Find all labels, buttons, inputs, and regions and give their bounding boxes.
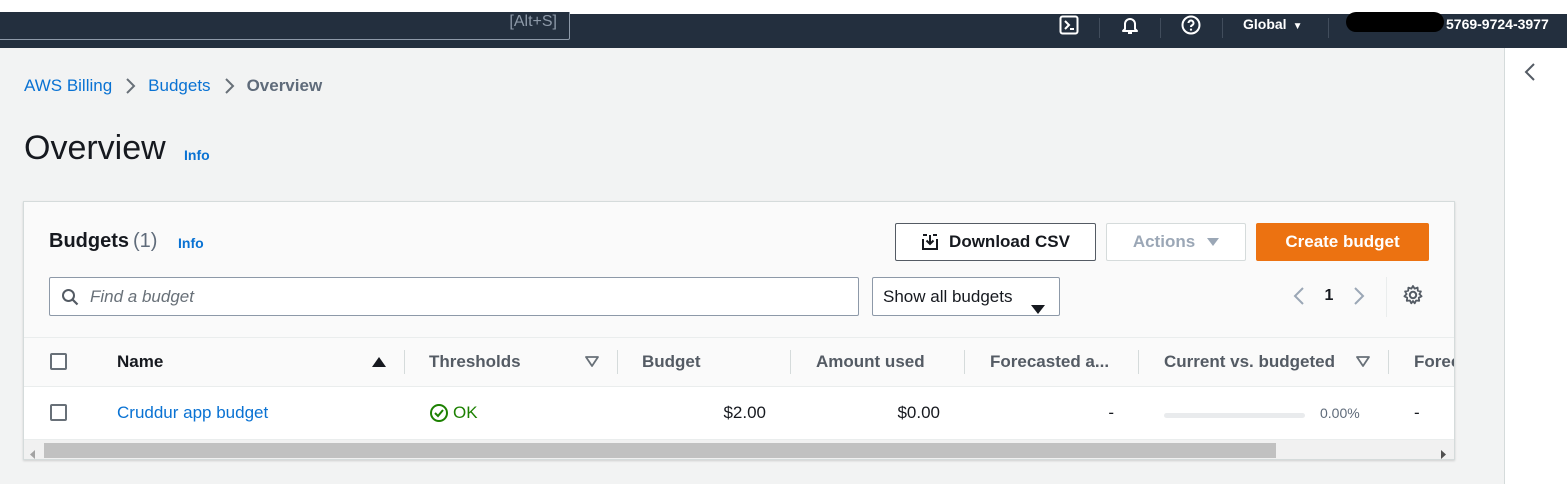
current-page-number[interactable]: 1 <box>1311 287 1347 305</box>
column-header-forecasted-vs-budgeted[interactable]: Forec <box>1414 338 1454 386</box>
breadcrumb: AWS Billing Budgets Overview <box>24 76 322 96</box>
horizontal-scrollbar[interactable] <box>24 439 1454 459</box>
next-page-button[interactable] <box>1347 284 1371 308</box>
help-icon[interactable] <box>1180 14 1202 36</box>
create-budget-label: Create budget <box>1285 232 1400 251</box>
actions-button[interactable]: Actions <box>1106 223 1246 261</box>
find-budget-input[interactable] <box>90 278 850 315</box>
table-preferences-button[interactable] <box>1401 284 1425 311</box>
column-divider <box>790 350 791 374</box>
chevron-right-icon <box>223 77 235 95</box>
column-header-budget[interactable]: Budget <box>642 338 782 386</box>
account-id: 5769-9724-3977 <box>1446 16 1549 32</box>
budget-amount: $2.00 <box>723 403 766 422</box>
collapse-panel-button[interactable] <box>1520 62 1540 86</box>
breadcrumb-current: Overview <box>246 76 323 95</box>
global-search-box[interactable]: [Alt+S] <box>0 12 570 40</box>
budgets-heading: Budgets (1) <box>49 229 157 253</box>
search-icon <box>61 288 79 311</box>
scroll-right-arrow-icon[interactable] <box>1440 446 1446 459</box>
side-panel-divider <box>1504 48 1505 484</box>
caret-down-icon: ▼ <box>1292 21 1303 32</box>
previous-page-button[interactable] <box>1287 284 1311 308</box>
download-csv-button[interactable]: Download CSV <box>895 223 1096 261</box>
sort-ascending-icon[interactable] <box>372 355 386 373</box>
download-csv-label: Download CSV <box>949 232 1070 251</box>
chevron-left-icon <box>1523 62 1537 87</box>
column-divider <box>964 350 965 374</box>
caret-down-icon <box>1207 237 1220 247</box>
region-label: Global <box>1243 16 1287 32</box>
budgets-title: Budgets <box>49 230 129 252</box>
column-divider <box>1388 350 1389 374</box>
download-icon <box>921 233 939 251</box>
region-selector[interactable]: Global ▼ <box>1243 15 1302 36</box>
scrollbar-thumb[interactable] <box>44 443 1276 458</box>
pagination-divider <box>1386 277 1387 317</box>
topbar-divider <box>1222 18 1223 38</box>
caret-down-icon <box>1031 291 1045 328</box>
forecasted-amount: - <box>1108 403 1114 422</box>
budgets-header: Budgets (1) Info Download CSV Actions Cre… <box>24 202 1454 337</box>
column-header-thresholds[interactable]: Thresholds <box>429 338 579 386</box>
column-divider <box>617 350 618 374</box>
column-header-amount-used[interactable]: Amount used <box>816 338 966 386</box>
threshold-status-label: OK <box>453 403 478 422</box>
sort-caret-icon[interactable] <box>585 355 599 373</box>
column-divider <box>1138 350 1139 374</box>
row-select-checkbox[interactable] <box>50 404 67 421</box>
page-title: Overview <box>24 129 166 167</box>
filter-selected-value: Show all budgets <box>883 287 1013 306</box>
cloudshell-icon[interactable] <box>1058 14 1080 36</box>
select-all-checkbox[interactable] <box>50 353 67 370</box>
chevron-right-icon <box>124 77 136 95</box>
amount-used: $0.00 <box>897 403 940 422</box>
actions-label: Actions <box>1132 232 1196 251</box>
column-divider <box>404 350 405 374</box>
column-header-name[interactable]: Name <box>117 338 367 386</box>
bell-icon[interactable] <box>1119 14 1141 36</box>
pagination: 1 <box>1287 284 1371 308</box>
top-navigation-bar: [Alt+S] Global ▼ 5769-9724-3977 <box>0 12 1567 48</box>
budget-progress-bar <box>1164 413 1305 418</box>
column-header-forecasted[interactable]: Forecasted a... <box>990 338 1130 386</box>
breadcrumb-link-billing[interactable]: AWS Billing <box>24 76 112 96</box>
budget-filter-select[interactable]: Show all budgets <box>872 277 1060 316</box>
topbar-divider <box>1099 18 1100 38</box>
table-header-row: Name Thresholds Budget Amount used Forec… <box>24 337 1454 387</box>
check-circle-icon <box>430 404 448 422</box>
find-budget-search[interactable] <box>49 277 859 316</box>
breadcrumb-link-budgets[interactable]: Budgets <box>148 76 210 96</box>
topbar-divider <box>1328 18 1329 38</box>
page-info-link[interactable]: Info <box>184 147 210 163</box>
search-shortcut-hint: [Alt+S] <box>509 13 557 30</box>
current-vs-budgeted-percent: 0.00% <box>1320 405 1360 421</box>
threshold-status: OK <box>429 387 478 439</box>
scroll-left-arrow-icon[interactable] <box>30 446 36 459</box>
create-budget-button[interactable]: Create budget <box>1256 223 1429 261</box>
sort-caret-icon[interactable] <box>1356 355 1370 373</box>
forecasted-vs-budgeted: - <box>1414 403 1420 422</box>
budgets-container: Budgets (1) Info Download CSV Actions Cre… <box>23 201 1455 460</box>
redacted-account-name <box>1346 12 1444 33</box>
budgets-count: (1) <box>133 230 158 252</box>
account-menu[interactable]: 5769-9724-3977 <box>1346 12 1549 35</box>
budget-name-link[interactable]: Cruddur app budget <box>117 387 268 439</box>
budgets-info-link[interactable]: Info <box>178 235 204 251</box>
gear-icon <box>1402 284 1424 311</box>
topbar-divider <box>1160 18 1161 38</box>
column-header-current-vs-budgeted[interactable]: Current vs. budgeted <box>1164 338 1354 386</box>
